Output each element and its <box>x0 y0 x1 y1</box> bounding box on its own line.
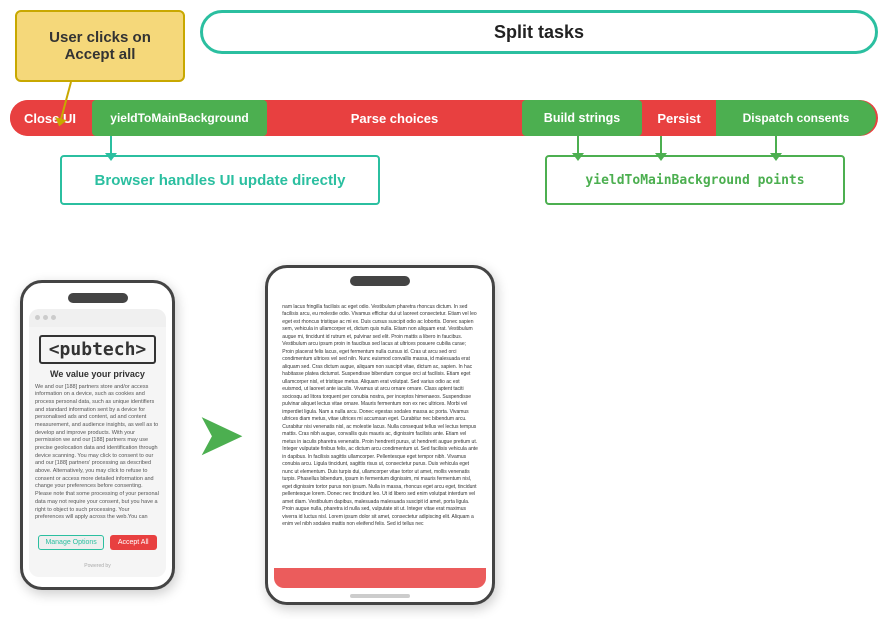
phone2-screen: nam lacus fringilla facilisis ac eget od… <box>274 296 486 605</box>
phone1-buttons: Manage Options Accept All <box>38 529 156 556</box>
arrow-browser <box>110 136 112 155</box>
pipeline-row: Close UI yieldToMainBackground Parse cho… <box>10 100 878 136</box>
arrow-yield2 <box>660 136 662 155</box>
user-clicks-box: User clicks on Accept all <box>15 10 185 82</box>
phone1-tagline: We value your privacy <box>50 369 145 379</box>
phone1-screen: <pubtech> We value your privacy We and o… <box>29 309 166 577</box>
phone2-red-overlay <box>274 568 486 588</box>
pipe-dispatch: Dispatch consents <box>716 100 876 136</box>
phone1-body: We and our [188] partners store and/or a… <box>35 384 160 522</box>
phone1-dot3 <box>51 315 56 320</box>
phone1-content: <pubtech> We value your privacy We and o… <box>29 327 166 577</box>
phone2-top-bar <box>350 276 410 286</box>
pipe-persist: Persist <box>644 100 714 136</box>
browser-handles-box: Browser handles UI update directly <box>60 155 380 205</box>
phone1-top-bar <box>68 293 128 303</box>
pipe-yield-main: yieldToMainBackground <box>92 100 267 136</box>
split-tasks-label: Split tasks <box>494 22 584 43</box>
phone-mockup-2: nam lacus fringilla facilisis ac eget od… <box>265 265 495 605</box>
user-clicks-label: User clicks on Accept all <box>49 29 151 63</box>
phone1-logo: <pubtech> <box>39 335 157 364</box>
phone-mockup-1: <pubtech> We value your privacy We and o… <box>20 280 175 590</box>
diagram-section: User clicks on Accept all Split tasks Cl… <box>0 0 888 260</box>
phone1-dot2 <box>43 315 48 320</box>
phone2-body: nam lacus fringilla facilisis ac eget od… <box>274 296 486 605</box>
pipe-parse-choices: Parse choices <box>269 100 520 136</box>
accept-all-button[interactable]: Accept All <box>110 535 157 550</box>
arrow-yield3 <box>775 136 777 155</box>
phone1-header <box>29 309 166 327</box>
bottom-section: <pubtech> We value your privacy We and o… <box>0 250 888 619</box>
phone1-dot1 <box>35 315 40 320</box>
arrow-yield1 <box>577 136 579 155</box>
pipe-close-ui: Close UI <box>10 100 90 136</box>
yield-points-box: yieldToMainBackground points <box>545 155 845 205</box>
phone1-powered: Powered by <box>84 563 110 569</box>
pipe-build-strings: Build strings <box>522 100 642 136</box>
transition-arrow: ➤ <box>195 405 245 465</box>
manage-options-button[interactable]: Manage Options <box>38 535 103 550</box>
phone2-bottom-bar <box>350 594 410 598</box>
split-tasks-banner: Split tasks <box>200 10 878 54</box>
